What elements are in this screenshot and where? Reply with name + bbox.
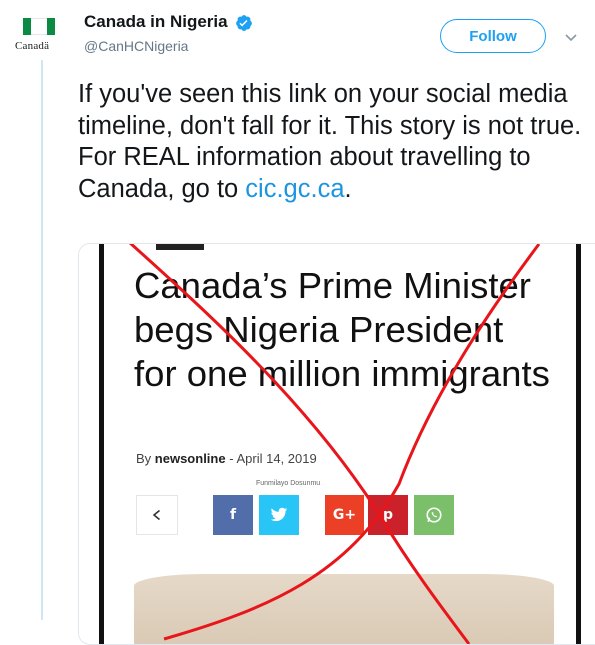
tweet-trailing: . — [344, 174, 352, 203]
whatsapp-icon — [414, 495, 454, 535]
thread-line — [41, 60, 43, 620]
byline-author: newsonline — [154, 451, 226, 466]
article-byline: By newsonline - April 14, 2019 — [136, 451, 317, 466]
article-photo — [134, 574, 554, 644]
article-headline: Canada’s Prime Minister begs Nigeria Pre… — [134, 265, 550, 394]
verified-badge-icon — [236, 15, 252, 31]
flag-icon — [23, 18, 55, 35]
share-icon — [136, 495, 178, 535]
display-name[interactable]: Canada in Nigeria — [84, 12, 228, 32]
tweet-text: If you've seen this link on your social … — [78, 79, 588, 205]
photo-credit: Funmilayo Dosunmu — [256, 480, 321, 487]
byline-separator: - — [229, 451, 234, 466]
handle[interactable]: @CanHCNigeria — [84, 38, 188, 54]
pinterest-icon: p — [368, 495, 408, 535]
chevron-down-icon[interactable] — [563, 29, 579, 45]
byline-prefix: By — [136, 451, 152, 466]
avatar[interactable]: Canadä — [15, 16, 67, 56]
avatar-wordmark: Canadä — [15, 40, 50, 52]
media-card[interactable]: Canada’s Prime Minister begs Nigeria Pre… — [78, 243, 595, 645]
follow-button[interactable]: Follow — [440, 19, 546, 53]
byline-date: April 14, 2019 — [236, 451, 317, 466]
tweet-link[interactable]: cic.gc.ca — [245, 175, 344, 203]
google-plus-icon: G+ — [325, 495, 364, 535]
twitter-icon — [259, 495, 299, 535]
category-tab — [156, 244, 204, 250]
facebook-icon: f — [213, 495, 253, 535]
